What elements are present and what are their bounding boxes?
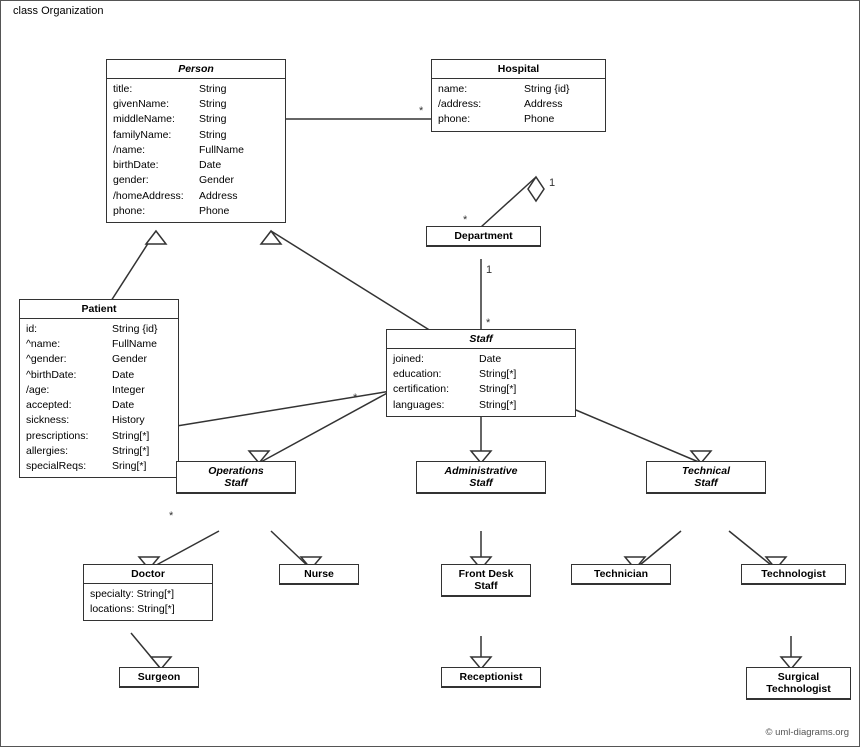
class-hospital-body: name:String {id} /address:Address phone:…: [432, 79, 605, 131]
class-technical-staff: TechnicalStaff: [646, 461, 766, 494]
class-front-desk-staff: Front DeskStaff: [441, 564, 531, 597]
class-doctor: Doctor specialty: String[*] locations: S…: [83, 564, 213, 621]
svg-text:1: 1: [486, 264, 492, 276]
copyright-text: © uml-diagrams.org: [765, 727, 849, 738]
class-hospital-header: Hospital: [432, 60, 605, 79]
svg-text:*: *: [419, 105, 424, 117]
class-administrative-staff-header: AdministrativeStaff: [417, 462, 545, 493]
svg-text:*: *: [463, 214, 468, 226]
svg-text:*: *: [353, 392, 358, 404]
class-front-desk-staff-header: Front DeskStaff: [442, 565, 530, 596]
class-nurse-header: Nurse: [280, 565, 358, 584]
class-technician-header: Technician: [572, 565, 670, 584]
class-receptionist-header: Receptionist: [442, 668, 540, 687]
class-department-header: Department: [427, 227, 540, 246]
class-department: Department: [426, 226, 541, 247]
class-patient-body: id:String {id} ^name:FullName ^gender:Ge…: [20, 319, 178, 477]
class-person: Person title:String givenName:String mid…: [106, 59, 286, 223]
class-patient-header: Patient: [20, 300, 178, 319]
class-doctor-body: specialty: String[*] locations: String[*…: [84, 584, 212, 620]
class-staff-header: Staff: [387, 330, 575, 349]
class-patient: Patient id:String {id} ^name:FullName ^g…: [19, 299, 179, 478]
class-surgical-technologist-header: SurgicalTechnologist: [747, 668, 850, 699]
class-technical-staff-header: TechnicalStaff: [647, 462, 765, 493]
class-staff-body: joined:Date education:String[*] certific…: [387, 349, 575, 416]
class-doctor-header: Doctor: [84, 565, 212, 584]
class-operations-staff: OperationsStaff: [176, 461, 296, 494]
class-person-body: title:String givenName:String middleName…: [107, 79, 285, 222]
class-nurse: Nurse: [279, 564, 359, 585]
class-surgical-technologist: SurgicalTechnologist: [746, 667, 851, 700]
class-technician: Technician: [571, 564, 671, 585]
svg-text:*: *: [169, 510, 174, 522]
class-operations-staff-header: OperationsStaff: [177, 462, 295, 493]
class-technologist: Technologist: [741, 564, 846, 585]
class-person-header: Person: [107, 60, 285, 79]
class-hospital: Hospital name:String {id} /address:Addre…: [431, 59, 606, 132]
svg-text:1: 1: [549, 177, 555, 189]
diagram-title: class Organization: [9, 5, 108, 17]
class-surgeon-header: Surgeon: [120, 668, 198, 687]
svg-text:*: *: [486, 317, 491, 329]
diagram-container: class Organization: [0, 0, 860, 747]
class-receptionist: Receptionist: [441, 667, 541, 688]
class-surgeon: Surgeon: [119, 667, 199, 688]
class-technologist-header: Technologist: [742, 565, 845, 584]
class-staff: Staff joined:Date education:String[*] ce…: [386, 329, 576, 417]
class-administrative-staff: AdministrativeStaff: [416, 461, 546, 494]
